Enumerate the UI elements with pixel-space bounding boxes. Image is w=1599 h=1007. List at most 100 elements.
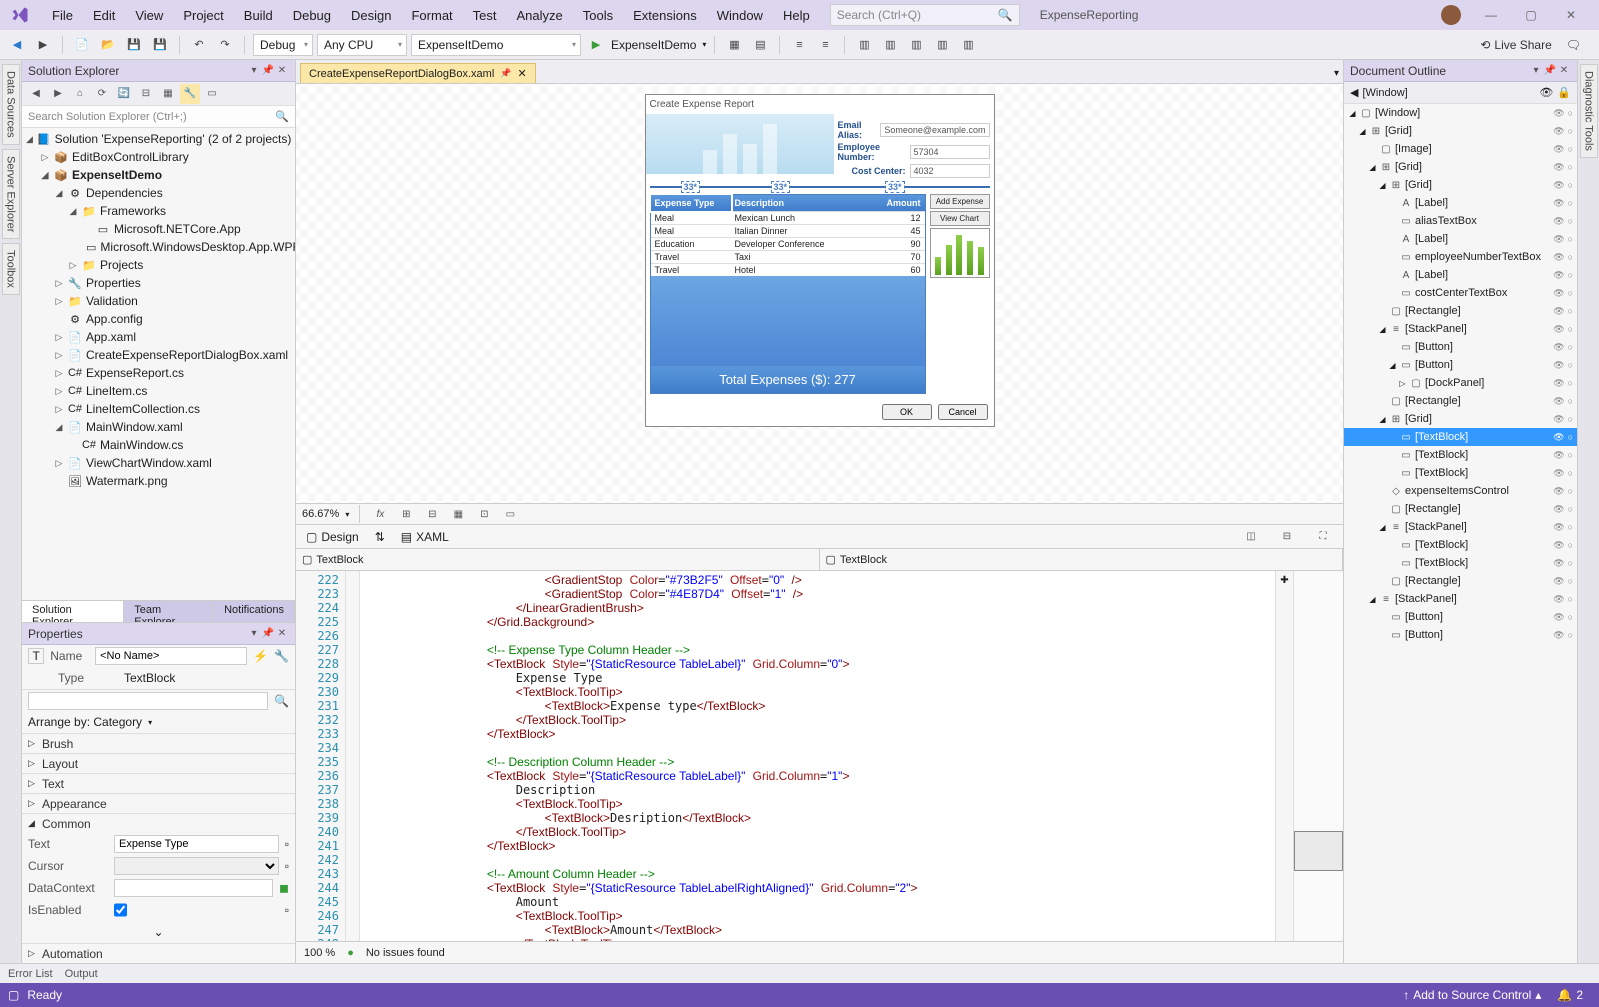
tree-item[interactable]: ▷📦EditBoxControlLibrary bbox=[22, 148, 295, 166]
crumb-right[interactable]: ▢TextBlock bbox=[820, 549, 1344, 570]
se-showall-button[interactable]: ▦ bbox=[158, 84, 178, 104]
outdent-button[interactable]: ≡ bbox=[814, 34, 836, 56]
tree-item[interactable]: C#MainWindow.cs bbox=[22, 436, 295, 454]
startup-dropdown[interactable]: ExpenseItDemo bbox=[411, 34, 581, 56]
tab-xaml[interactable]: ▤XAML bbox=[401, 530, 449, 544]
tree-item[interactable]: ◢⚙Dependencies bbox=[22, 184, 295, 202]
panel-pin-icon[interactable]: 📌 bbox=[1543, 65, 1557, 76]
outline-item[interactable]: ▢[Rectangle]👁○ bbox=[1344, 500, 1577, 518]
outline-item[interactable]: ▭[TextBlock]👁○ bbox=[1344, 554, 1577, 572]
tree-item[interactable]: ▷📁Validation bbox=[22, 292, 295, 310]
outline-item[interactable]: ▭[TextBlock]👁○ bbox=[1344, 446, 1577, 464]
tab-output[interactable]: Output bbox=[65, 968, 98, 980]
tree-item[interactable]: ▷C#LineItemCollection.cs bbox=[22, 400, 295, 418]
tree-item[interactable]: ▷C#LineItem.cs bbox=[22, 382, 295, 400]
se-sync-button[interactable]: ⟳ bbox=[92, 84, 112, 104]
cat-common[interactable]: ◢Common bbox=[22, 813, 295, 833]
start-button[interactable]: ▶ bbox=[585, 34, 607, 56]
tree-item[interactable]: 🖼Watermark.png bbox=[22, 472, 295, 490]
solution-tree[interactable]: ◢📘Solution 'ExpenseReporting' (2 of 2 pr… bbox=[22, 128, 295, 600]
tree-item[interactable]: ◢📁Frameworks bbox=[22, 202, 295, 220]
outline-item[interactable]: ◢≡[StackPanel]👁○ bbox=[1344, 518, 1577, 536]
email-field[interactable]: Someone@example.com bbox=[880, 123, 989, 137]
tab-team-explorer[interactable]: Team Explorer bbox=[124, 601, 214, 622]
crumb-left[interactable]: ▢TextBlock bbox=[296, 549, 820, 570]
outline-item[interactable]: ◢≡[StackPanel]👁○ bbox=[1344, 590, 1577, 608]
close-button[interactable]: ✕ bbox=[1551, 2, 1591, 28]
prop-cursor-input[interactable] bbox=[114, 857, 279, 875]
tree-item[interactable]: ▭Microsoft.NETCore.App bbox=[22, 220, 295, 238]
cat-appearance[interactable]: ▷Appearance bbox=[22, 793, 295, 813]
split-v-icon[interactable]: ⊟ bbox=[1277, 527, 1297, 547]
align-button-2[interactable]: ▤ bbox=[749, 34, 771, 56]
tab-toolbox[interactable]: Toolbox bbox=[2, 243, 20, 295]
outline-root-crumb[interactable]: [Window] bbox=[1362, 87, 1407, 99]
menu-edit[interactable]: Edit bbox=[83, 4, 125, 27]
tabs-overflow-icon[interactable]: ▾ bbox=[1330, 64, 1343, 83]
costcenter-field[interactable]: 4032 bbox=[910, 164, 990, 178]
tab-server-explorer[interactable]: Server Explorer bbox=[2, 149, 20, 239]
outline-item[interactable]: ▢[Rectangle]👁○ bbox=[1344, 572, 1577, 590]
se-props-button[interactable]: 🔧 bbox=[180, 84, 200, 104]
pin-icon[interactable]: 📌 bbox=[500, 68, 511, 79]
device-button[interactable]: ▭ bbox=[500, 504, 520, 524]
events-icon[interactable]: ⚡ bbox=[253, 649, 268, 663]
save-all-button[interactable]: 💾 bbox=[149, 34, 171, 56]
cat-text[interactable]: ▷Text bbox=[22, 773, 295, 793]
zoom-dropdown[interactable]: 66.67% bbox=[302, 508, 339, 520]
menu-debug[interactable]: Debug bbox=[283, 4, 341, 27]
se-collapse-button[interactable]: ⊟ bbox=[136, 84, 156, 104]
back-icon[interactable]: ◀ bbox=[1350, 86, 1358, 99]
grid-button-4[interactable]: ▥ bbox=[931, 34, 953, 56]
minimap[interactable] bbox=[1293, 571, 1343, 941]
new-project-button[interactable]: 📄 bbox=[71, 34, 93, 56]
snap-button[interactable]: ▦ bbox=[448, 504, 468, 524]
nav-back-button[interactable]: ◀ bbox=[6, 34, 28, 56]
live-share-button[interactable]: ⟲ Live Share 🗨 bbox=[1480, 38, 1593, 52]
prop-marker-icon[interactable]: ◼ bbox=[279, 881, 289, 895]
open-button[interactable]: 📂 bbox=[97, 34, 119, 56]
split-h-icon[interactable]: ◫ bbox=[1241, 527, 1261, 547]
nav-fwd-button[interactable]: ▶ bbox=[32, 34, 54, 56]
se-preview-button[interactable]: ▭ bbox=[202, 84, 222, 104]
tree-item[interactable]: ⚙App.config bbox=[22, 310, 295, 328]
notification-badge[interactable]: 🔔2 bbox=[1549, 988, 1591, 1002]
arrange-by[interactable]: Arrange by: Category▾ bbox=[22, 711, 295, 733]
outline-item[interactable]: ▭[Button]👁○ bbox=[1344, 338, 1577, 356]
outline-item[interactable]: ◢⊞[Grid]👁○ bbox=[1344, 410, 1577, 428]
outline-item[interactable]: ▭[TextBlock]👁○ bbox=[1344, 464, 1577, 482]
menu-format[interactable]: Format bbox=[401, 4, 462, 27]
prop-text-input[interactable] bbox=[114, 835, 279, 853]
tab-diagnostic-tools[interactable]: Diagnostic Tools bbox=[1580, 64, 1598, 158]
outline-item[interactable]: ▢[Rectangle]👁○ bbox=[1344, 302, 1577, 320]
document-tab[interactable]: CreateExpenseReportDialogBox.xaml 📌 ✕ bbox=[300, 63, 536, 83]
th-expense-type[interactable]: Expense Type bbox=[651, 195, 731, 211]
tab-notifications[interactable]: Notifications bbox=[214, 601, 295, 622]
tab-error-list[interactable]: Error List bbox=[8, 968, 53, 980]
outline-item[interactable]: ▷▢[DockPanel]👁○ bbox=[1344, 374, 1577, 392]
maximize-button[interactable]: ▢ bbox=[1511, 2, 1551, 28]
tree-item[interactable]: ▷📁Projects bbox=[22, 256, 295, 274]
outline-item[interactable]: A[Label]👁○ bbox=[1344, 194, 1577, 212]
expand-icon[interactable]: ⛶ bbox=[1313, 527, 1333, 547]
scope-pct[interactable]: 100 % bbox=[304, 947, 335, 959]
tab-solution-explorer[interactable]: Solution Explorer bbox=[22, 601, 124, 622]
prop-name-input[interactable] bbox=[95, 647, 247, 665]
tree-item[interactable]: ▷📄CreateExpenseReportDialogBox.xaml bbox=[22, 346, 295, 364]
grid-button-3[interactable]: ▥ bbox=[905, 34, 927, 56]
outline-item[interactable]: ◢⊞[Grid]👁○ bbox=[1344, 176, 1577, 194]
tree-item[interactable]: ▷📄ViewChartWindow.xaml bbox=[22, 454, 295, 472]
expand-more-icon[interactable]: ⌄ bbox=[22, 921, 295, 943]
split-toggle[interactable]: ✚ bbox=[1275, 571, 1293, 941]
align-button-1[interactable]: ▦ bbox=[723, 34, 745, 56]
se-home-button[interactable]: ⌂ bbox=[70, 84, 90, 104]
solution-explorer-search[interactable]: Search Solution Explorer (Ctrl+;) 🔍 bbox=[22, 106, 295, 128]
add-expense-button[interactable]: Add Expense bbox=[930, 194, 990, 209]
panel-close-icon[interactable]: ✕ bbox=[1557, 65, 1571, 76]
outline-item[interactable]: ▭aliasTextBox👁○ bbox=[1344, 212, 1577, 230]
cat-automation[interactable]: ▷Automation bbox=[22, 943, 295, 963]
panel-dropdown-icon[interactable]: ▾ bbox=[247, 628, 261, 639]
add-source-control[interactable]: ↑ Add to Source Control ▴ bbox=[1395, 988, 1549, 1002]
tab-design[interactable]: ▢Design bbox=[306, 530, 359, 544]
platform-dropdown[interactable]: Any CPU bbox=[317, 34, 407, 56]
